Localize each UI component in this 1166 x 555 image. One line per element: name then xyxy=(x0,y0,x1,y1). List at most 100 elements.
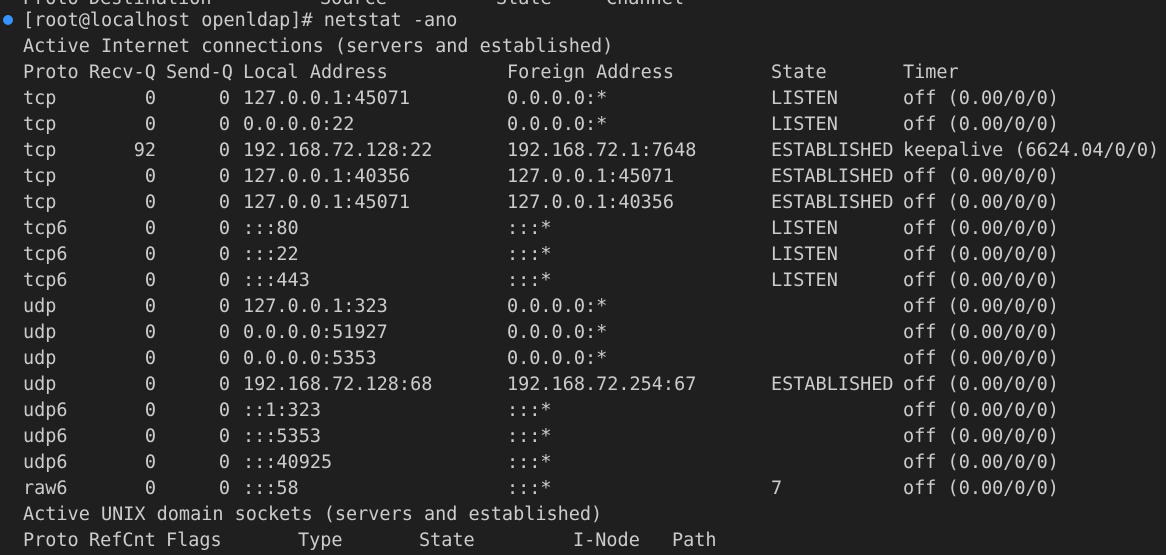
row-foreign-address: :::* xyxy=(507,244,552,265)
row-foreign-address: 192.168.72.1:7648 xyxy=(507,140,697,161)
row-local-address: :::443 xyxy=(243,270,310,291)
row-sendq: 0 xyxy=(218,296,230,317)
row-proto: tcp xyxy=(23,192,57,213)
inet-section-title: Active Internet connections (servers and… xyxy=(23,36,614,57)
row-proto: tcp6 xyxy=(23,218,68,239)
row-local-address: 192.168.72.128:68 xyxy=(243,374,433,395)
row-recvq: 0 xyxy=(144,400,156,421)
row-recvq: 0 xyxy=(144,244,156,265)
row-timer: off (0.00/0/0) xyxy=(903,114,1059,135)
row-local-address: 192.168.72.128:22 xyxy=(243,140,433,161)
row-foreign-address: 0.0.0.0:* xyxy=(507,296,608,317)
row-sendq: 0 xyxy=(218,270,230,291)
row-sendq: 0 xyxy=(218,166,230,187)
unix-header-path: Path xyxy=(672,530,717,551)
row-proto: udp xyxy=(23,296,57,317)
row-timer: off (0.00/0/0) xyxy=(903,88,1059,109)
row-local-address: :::80 xyxy=(243,218,299,239)
row-timer: off (0.00/0/0) xyxy=(903,348,1059,369)
row-local-address: 127.0.0.1:323 xyxy=(243,296,388,317)
row-foreign-address: 192.168.72.254:67 xyxy=(507,374,697,395)
row-local-address: 0.0.0.0:5353 xyxy=(243,348,377,369)
row-sendq: 0 xyxy=(218,400,230,421)
row-proto: udp6 xyxy=(23,400,68,421)
row-state: 7 xyxy=(771,478,783,499)
row-proto: tcp6 xyxy=(23,244,68,265)
row-timer: off (0.00/0/0) xyxy=(903,270,1059,291)
row-local-address: 127.0.0.1:45071 xyxy=(243,192,411,213)
row-proto: tcp xyxy=(23,114,57,135)
row-sendq: 0 xyxy=(218,88,230,109)
row-recvq: 0 xyxy=(144,452,156,473)
terminal-panel[interactable]: Proto Destination Source State Channel [… xyxy=(0,0,1166,555)
row-foreign-address: :::* xyxy=(507,426,552,447)
header-sendq: Send-Q xyxy=(166,62,233,83)
row-timer: off (0.00/0/0) xyxy=(903,218,1059,239)
row-recvq: 0 xyxy=(144,296,156,317)
row-recvq: 0 xyxy=(144,114,156,135)
row-foreign-address: 127.0.0.1:40356 xyxy=(507,192,675,213)
row-timer: off (0.00/0/0) xyxy=(903,322,1059,343)
row-local-address: :::58 xyxy=(243,478,299,499)
command-status-dot-icon[interactable] xyxy=(3,15,13,25)
row-state: LISTEN xyxy=(771,88,838,109)
row-sendq: 0 xyxy=(218,452,230,473)
row-foreign-address: 0.0.0.0:* xyxy=(507,348,608,369)
row-state: ESTABLISHED xyxy=(771,192,894,213)
row-local-address: :::22 xyxy=(243,244,299,265)
row-recvq: 0 xyxy=(144,348,156,369)
unix-header-flags: Flags xyxy=(166,530,222,551)
row-sendq: 0 xyxy=(218,478,230,499)
row-recvq: 0 xyxy=(144,166,156,187)
row-sendq: 0 xyxy=(218,322,230,343)
row-state: ESTABLISHED xyxy=(771,140,894,161)
row-recvq: 0 xyxy=(144,374,156,395)
unix-header-type: Type xyxy=(298,530,343,551)
header-timer: Timer xyxy=(903,62,959,83)
row-foreign-address: 127.0.0.1:45071 xyxy=(507,166,675,187)
row-timer: keepalive (6624.04/0/0) xyxy=(903,140,1160,161)
row-state: LISTEN xyxy=(771,218,838,239)
row-foreign-address: 0.0.0.0:* xyxy=(507,88,608,109)
inet-header-row: Proto Recv-Q Send-Q Local Address Foreig… xyxy=(23,60,959,86)
row-sendq: 0 xyxy=(218,114,230,135)
partial-state: State xyxy=(496,0,552,12)
header-proto: Proto xyxy=(23,62,79,83)
row-timer: off (0.00/0/0) xyxy=(903,192,1059,213)
row-sendq: 0 xyxy=(218,244,230,265)
row-foreign-address: :::* xyxy=(507,218,552,239)
row-local-address: :::40925 xyxy=(243,452,333,473)
unix-header-inode: I-Node xyxy=(573,530,640,551)
row-recvq: 0 xyxy=(144,192,156,213)
row-state: LISTEN xyxy=(771,244,838,265)
row-recvq: 0 xyxy=(144,88,156,109)
row-timer: off (0.00/0/0) xyxy=(903,478,1059,499)
row-proto: tcp xyxy=(23,88,57,109)
row-proto: udp xyxy=(23,348,57,369)
unix-header-refcnt: RefCnt xyxy=(89,530,156,551)
row-timer: off (0.00/0/0) xyxy=(903,296,1059,317)
row-timer: off (0.00/0/0) xyxy=(903,244,1059,265)
header-recvq: Recv-Q xyxy=(89,62,156,83)
row-proto: raw6 xyxy=(23,478,68,499)
row-sendq: 0 xyxy=(218,140,230,161)
unix-header-row: Proto RefCnt Flags Type State I-Node Pat… xyxy=(23,528,717,554)
row-state: LISTEN xyxy=(771,114,838,135)
header-state: State xyxy=(771,62,827,83)
row-timer: off (0.00/0/0) xyxy=(903,426,1059,447)
row-recvq: 0 xyxy=(144,322,156,343)
header-local-address: Local Address xyxy=(243,62,388,83)
command-prompt-line: [root@localhost openldap]# netstat -ano xyxy=(23,10,458,31)
row-proto: udp xyxy=(23,374,57,395)
row-foreign-address: :::* xyxy=(507,270,552,291)
row-foreign-address: :::* xyxy=(507,400,552,421)
row-sendq: 0 xyxy=(218,374,230,395)
row-local-address: 127.0.0.1:40356 xyxy=(243,166,411,187)
row-timer: off (0.00/0/0) xyxy=(903,374,1059,395)
row-state: ESTABLISHED xyxy=(771,374,894,395)
unix-header-state: State xyxy=(419,530,475,551)
partial-channel: Channel xyxy=(606,0,684,12)
row-recvq: 0 xyxy=(144,478,156,499)
unix-section-title: Active UNIX domain sockets (servers and … xyxy=(23,504,603,525)
header-foreign-address: Foreign Address xyxy=(507,62,675,83)
